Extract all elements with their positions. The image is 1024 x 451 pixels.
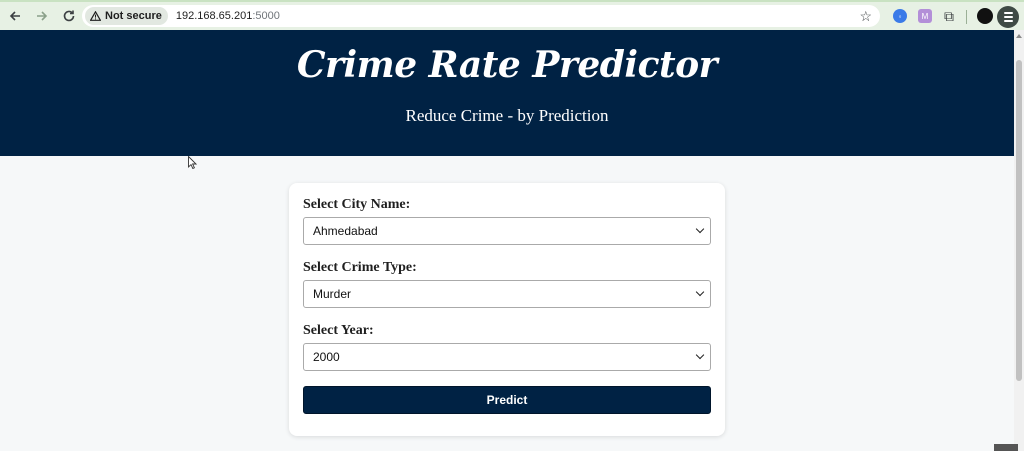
corner-widget bbox=[994, 444, 1018, 451]
security-label: Not secure bbox=[105, 10, 162, 22]
chevron-down-icon bbox=[695, 287, 705, 297]
vertical-scrollbar[interactable] bbox=[1014, 30, 1024, 451]
page-viewport: Crime Rate Predictor Reduce Crime - by P… bbox=[0, 30, 1014, 451]
scroll-up-icon[interactable] bbox=[1016, 34, 1022, 38]
url-port: :5000 bbox=[252, 10, 280, 22]
back-arrow-icon[interactable] bbox=[3, 4, 27, 28]
prediction-form: Select City Name: Ahmedabad Select Crime… bbox=[289, 183, 725, 436]
security-chip[interactable]: Not secure bbox=[85, 7, 168, 25]
profile-avatar[interactable] bbox=[977, 8, 993, 24]
city-select-value: Ahmedabad bbox=[313, 224, 378, 238]
page-subtitle: Reduce Crime - by Prediction bbox=[405, 106, 609, 125]
city-select[interactable]: Ahmedabad bbox=[303, 217, 711, 245]
extension-m-icon[interactable]: M bbox=[918, 9, 932, 23]
city-label: Select City Name: bbox=[303, 197, 411, 212]
address-bar[interactable]: Not secure 192.168.65.201:5000 ☆ bbox=[82, 5, 880, 27]
extension-icon[interactable]: ◦ bbox=[893, 9, 907, 23]
hero-banner: Crime Rate Predictor Reduce Crime - by P… bbox=[0, 30, 1014, 156]
url-text[interactable]: 192.168.65.201:5000 bbox=[176, 10, 280, 22]
predict-button[interactable]: Predict bbox=[303, 386, 711, 414]
year-select-value: 2000 bbox=[313, 350, 340, 364]
crime-type-select-value: Murder bbox=[313, 287, 352, 301]
menu-icon[interactable] bbox=[997, 6, 1019, 28]
scrollbar-thumb[interactable] bbox=[1016, 60, 1022, 381]
crime-type-select[interactable]: Murder bbox=[303, 280, 711, 308]
warning-icon bbox=[90, 11, 101, 21]
mouse-cursor-icon bbox=[188, 156, 197, 169]
url-host: 192.168.65.201 bbox=[175, 10, 253, 22]
reload-icon[interactable] bbox=[57, 4, 81, 28]
star-icon[interactable]: ☆ bbox=[859, 8, 872, 25]
browser-toolbar: Not secure 192.168.65.201:5000 ☆ ◦ M ⧉ bbox=[0, 0, 1024, 30]
toolbar-divider bbox=[966, 10, 967, 24]
year-label: Select Year: bbox=[303, 323, 374, 338]
forward-arrow-icon[interactable] bbox=[30, 4, 54, 28]
year-select[interactable]: 2000 bbox=[303, 343, 711, 371]
chevron-down-icon bbox=[695, 224, 705, 234]
page-title: Crime Rate Predictor bbox=[296, 44, 718, 86]
puzzle-icon[interactable]: ⧉ bbox=[942, 8, 956, 24]
crime-type-label: Select Crime Type: bbox=[303, 260, 417, 275]
chevron-down-icon bbox=[695, 350, 705, 360]
